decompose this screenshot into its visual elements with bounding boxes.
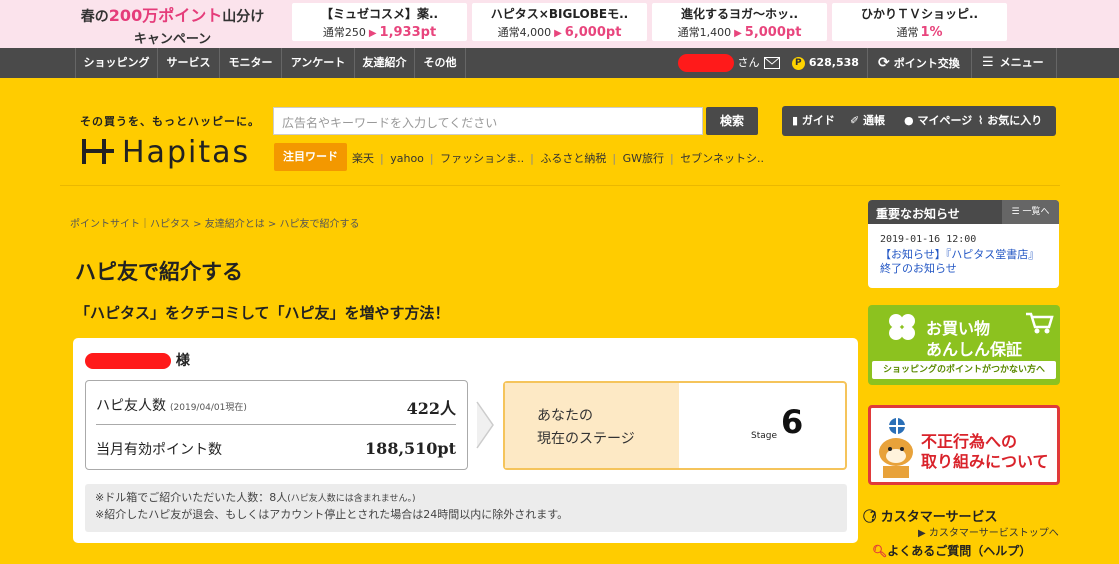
stage-number: 6 (781, 403, 804, 441)
user-name[interactable]: さん (678, 48, 760, 78)
promo-card-1[interactable]: 【ミュゼコスメ】薬.. 通常250 ▶ 1,933pt (292, 3, 467, 41)
referral-card: 様 ハピ友人数 (2019/04/01現在) 422人 当月有効ポイント数 188… (73, 338, 858, 543)
menu-button[interactable]: ☰ メニュー (971, 48, 1057, 78)
hapitas-logo[interactable]: Hapitas (80, 135, 250, 170)
cart-icon (1026, 312, 1054, 334)
question-circle-icon: ?⃝ (870, 510, 877, 525)
book-icon: ▮ (792, 114, 799, 127)
faq-link[interactable]: 🔍︎よくあるご質問（ヘルプ） (872, 542, 1031, 559)
friends-count: 422人 (406, 399, 456, 418)
customer-service-link[interactable]: ▶ カスタマーサービストップへ (918, 524, 1059, 539)
search-input[interactable]: 広告名やキーワードを入力してください (273, 107, 703, 135)
points-display[interactable]: P 628,538 (762, 48, 866, 78)
nav-service[interactable]: サービス (157, 48, 219, 78)
promo-card-2[interactable]: ハピタス×BIGLOBEモ.. 通常4,000 ▶ 6,000pt (472, 3, 647, 41)
favorites-link[interactable]: ⌇ お気に入り (978, 106, 1042, 136)
paperclip-icon: ⌇ (978, 114, 984, 127)
referral-note: ※ドル箱でご紹介いただいた人数：8人(ハピ友人数には含まれません。) ※紹介した… (85, 484, 847, 532)
monthly-points: 188,510pt (365, 439, 456, 458)
hot-words: 楽天 | yahoo | ファッションま.. | ふるさと納税 | GW旅行 | セブンネ… (352, 152, 764, 165)
promo-card-4[interactable]: ひかりＴＶショッピ.. 通常 1% (832, 3, 1007, 41)
monthly-points-row: 当月有効ポイント数 188,510pt (96, 439, 456, 458)
hot-word-link[interactable]: GW旅行 (623, 152, 664, 165)
friends-count-row: ハピ友人数 (2019/04/01現在) 422人 (96, 383, 456, 425)
page-title: ハピ友で紹介する (75, 260, 243, 284)
notice-link[interactable]: 【お知らせ】『ハピタス堂書店』終了のお知らせ (880, 248, 1050, 276)
promo-card-3[interactable]: 進化するヨガ〜ホッ.. 通常1,400 ▶ 5,000pt (652, 3, 827, 41)
main-nav: ショッピング サービス モニター アンケート 友達紹介 その他 さん P 628,… (0, 48, 1119, 78)
nav-shopping[interactable]: ショッピング (75, 48, 157, 78)
mypage-link[interactable]: ● マイページ (904, 106, 972, 136)
refresh-icon: ⟳ (878, 55, 890, 71)
clover-icon (889, 314, 915, 340)
dog-mascot-icon (879, 418, 913, 478)
campaign-banner[interactable]: 春の200万ポイント山分け キャンペーン (60, 2, 285, 47)
hot-word-link[interactable]: ふるさと納税 (540, 152, 606, 165)
person-icon: ● (904, 114, 914, 127)
hot-word-link[interactable]: ファッションま.. (440, 152, 524, 165)
passbook-link[interactable]: ✐ 通帳 (850, 106, 885, 136)
important-notice: 重要なお知らせ ☰ 一覧へ 2019-01-16 12:00 【お知らせ】『ハピ… (868, 200, 1059, 288)
nav-survey[interactable]: アンケート (281, 48, 354, 78)
arrow-right-icon: ▶ (734, 28, 742, 39)
point-coin-icon: P (791, 56, 805, 70)
stage-box: あなたの 現在のステージ Stage 6 (503, 381, 847, 470)
hot-word-link[interactable]: 楽天 (352, 152, 374, 165)
breadcrumb[interactable]: ポイントサイト｜ハピタス > 友達紹介とは > ハピ友で紹介する (70, 215, 359, 230)
logo-mark-icon (82, 139, 114, 164)
tagline: その買うを、もっとハッピーに。 (80, 115, 260, 128)
point-exchange-button[interactable]: ⟳ ポイント交換 (867, 48, 971, 78)
shopping-guarantee-banner[interactable]: お買い物 あんしん保証 ショッピングのポイントがつかない方へ (868, 305, 1060, 385)
header-tools: ▮ ガイド ✐ 通帳 ● マイページ ⌇ お気に入り (782, 106, 1056, 136)
redacted-member-name (85, 353, 171, 369)
passbook-icon: ✐ (850, 114, 860, 127)
redacted-username (678, 54, 734, 72)
search-button[interactable]: 検索 (706, 107, 758, 135)
promo-banner: 春の200万ポイント山分け キャンペーン 【ミュゼコスメ】薬.. 通常250 ▶ 1… (0, 0, 1119, 48)
list-icon: ☰ (1011, 207, 1020, 217)
member-name: 様 (85, 350, 190, 370)
triangle-right-icon: ▶ (918, 528, 926, 539)
customer-service-title: ?⃝ カスタマーサービス (870, 510, 998, 525)
hot-word-link[interactable]: yahoo (390, 152, 424, 165)
nav-friend-referral[interactable]: 友達紹介 (354, 48, 414, 78)
nav-monitor[interactable]: モニター (219, 48, 281, 78)
hot-word-link[interactable]: セブンネットシ.. (680, 152, 764, 165)
guide-link[interactable]: ▮ ガイド (792, 106, 835, 136)
hot-words-label: 注目ワード (274, 143, 347, 171)
arrow-right-icon (476, 401, 494, 449)
referral-stats: ハピ友人数 (2019/04/01現在) 422人 当月有効ポイント数 188,5… (85, 380, 468, 470)
page-subtitle: 「ハピタス」をクチコミして「ハピ友」を増やす方法！ (75, 304, 450, 322)
hamburger-icon: ☰ (982, 55, 994, 70)
arrow-right-icon: ▶ (368, 28, 377, 39)
anti-fraud-banner[interactable]: 不正行為への 取り組みについて (868, 405, 1060, 485)
search-help-icon: 🔍︎ (872, 544, 888, 558)
mail-icon[interactable] (764, 57, 780, 69)
arrow-right-icon: ▶ (554, 28, 562, 39)
header-divider (60, 185, 1060, 186)
notice-list-button[interactable]: ☰ 一覧へ (1002, 200, 1059, 224)
nav-other[interactable]: その他 (414, 48, 466, 78)
